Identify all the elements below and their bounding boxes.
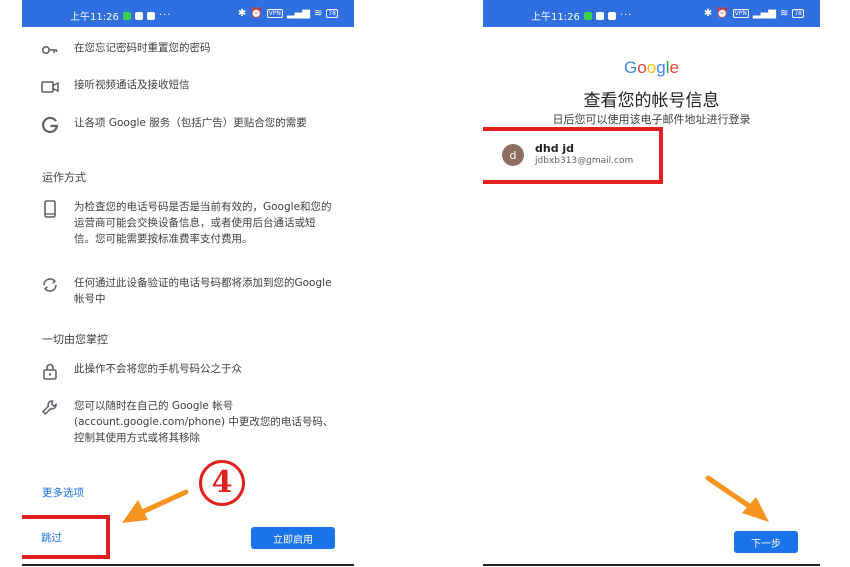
sync-icon bbox=[40, 275, 60, 295]
bluetooth-icon: ✱ bbox=[703, 8, 713, 19]
more-icon: ··· bbox=[158, 10, 172, 21]
account-highlight-box bbox=[483, 127, 663, 184]
signal-icon: ▂▄▆ bbox=[752, 8, 776, 19]
right-phone-screen: 上午11:26 ··· ✱ ⏰ VPN ▂▄▆ ≋ 78 Google 查看您的… bbox=[483, 0, 820, 567]
lock-icon bbox=[40, 361, 60, 381]
signal-icon: ▂▄▆ bbox=[286, 8, 310, 19]
status-bar: 上午11:26 ··· ✱ ⏰ VPN ▂▄▆ ≋ 78 bbox=[22, 0, 354, 27]
section-title-how: 运作方式 bbox=[42, 171, 86, 184]
enable-now-button[interactable]: 立即启用 bbox=[251, 527, 335, 549]
list-item-text: 任何通过此设备验证的电话号码都将添加到您的Google 帐号中 bbox=[74, 277, 332, 305]
status-time: 上午11:26 bbox=[531, 12, 580, 23]
more-options-link[interactable]: 更多选项 bbox=[42, 485, 84, 500]
wifi-icon: ≋ bbox=[779, 8, 789, 19]
app-icon bbox=[607, 11, 616, 20]
google-logo-letter: o bbox=[637, 58, 647, 77]
list-item-text: 为检查您的电话号码是否是当前有效的，Google和您的运营商可能会交换设备信息，… bbox=[74, 201, 332, 245]
alarm-icon: ⏰ bbox=[250, 8, 263, 19]
call-icon bbox=[122, 11, 131, 20]
google-logo-letter: o bbox=[646, 58, 657, 77]
phone-icon bbox=[40, 199, 60, 219]
nav-bar-line bbox=[22, 564, 354, 566]
skip-highlight-box bbox=[22, 515, 110, 559]
call-icon bbox=[583, 11, 592, 20]
status-bar: 上午11:26 ··· ✱ ⏰ VPN ▂▄▆ ≋ 78 bbox=[483, 0, 820, 27]
vpn-badge: VPN bbox=[732, 9, 749, 18]
page-title: 查看您的帐号信息 bbox=[583, 91, 720, 111]
google-logo-letter: G bbox=[624, 58, 638, 77]
battery-icon: 78 bbox=[326, 9, 338, 18]
google-logo-letter: g bbox=[656, 58, 666, 77]
page-subtitle: 日后您可以使用该电子邮件地址进行登录 bbox=[552, 113, 751, 126]
alarm-icon: ⏰ bbox=[716, 8, 729, 19]
status-time: 上午11:26 bbox=[70, 12, 119, 23]
list-item-text: 您可以随时在自己的 Google 帐号(account.google.com/p… bbox=[74, 400, 334, 444]
google-logo: Google bbox=[483, 58, 820, 78]
bluetooth-icon: ✱ bbox=[237, 8, 247, 19]
key-icon bbox=[40, 40, 60, 60]
app-icon bbox=[146, 11, 155, 20]
wrench-icon bbox=[40, 398, 60, 418]
next-button[interactable]: 下一步 bbox=[734, 531, 798, 553]
list-item-text: 在您忘记密码时重置您的密码 bbox=[74, 42, 211, 54]
left-phone-screen: 上午11:26 ··· ✱ ⏰ VPN ▂▄▆ ≋ 78 在您忘记密码时重置您的… bbox=[22, 0, 354, 567]
notification-icon bbox=[595, 11, 604, 20]
google-g-icon bbox=[40, 115, 60, 135]
video-icon bbox=[40, 77, 60, 97]
list-item-text: 接听视频通话及接收短信 bbox=[74, 79, 190, 91]
more-icon: ··· bbox=[619, 10, 633, 21]
notification-icon bbox=[134, 11, 143, 20]
vpn-badge: VPN bbox=[266, 9, 283, 18]
list-item-text: 此操作不会将您的手机号码公之于众 bbox=[74, 363, 242, 375]
nav-bar-line bbox=[483, 564, 820, 566]
section-title-control: 一切由您掌控 bbox=[42, 333, 108, 346]
list-item-text: 让各项 Google 服务（包括广告）更贴合您的需要 bbox=[74, 117, 307, 129]
google-logo-letter: e bbox=[669, 58, 679, 77]
step-number-badge: 4 bbox=[199, 460, 245, 506]
wifi-icon: ≋ bbox=[313, 8, 323, 19]
battery-icon: 78 bbox=[792, 9, 804, 18]
